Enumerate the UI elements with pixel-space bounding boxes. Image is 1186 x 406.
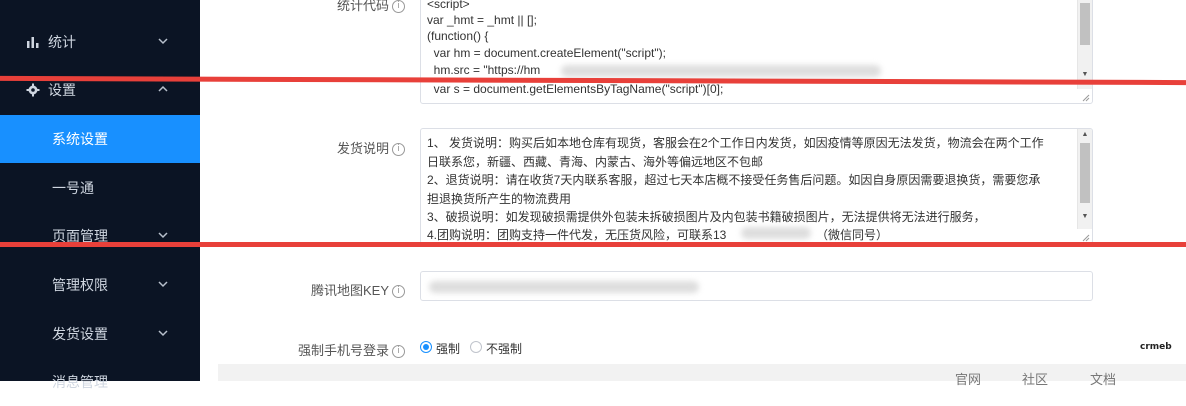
radio-label[interactable]: 不强制 <box>486 340 522 357</box>
desc-line: （微信同号） <box>816 228 889 242</box>
scrollbar[interactable]: ▼ <box>1077 0 1092 89</box>
main-content: 统计代码 i <script> var _hmt = _hmt || []; (f… <box>200 0 1186 387</box>
sidebar-item-label: 管理权限 <box>52 277 108 293</box>
sidebar-item-label: 统计 <box>48 34 76 50</box>
scroll-up-arrow-icon[interactable]: ▲ <box>1078 129 1092 141</box>
code-line: hm.src = "https://hm <box>427 63 541 77</box>
sidebar: 统计 设置 系统设置 一号通 页面管理 管理权限 发货设置 消息管理 <box>0 0 200 390</box>
shipping-label-row: 发货说明 i <box>200 138 405 157</box>
gear-icon <box>26 83 40 97</box>
sidebar-item-label: 消息管理 <box>52 374 108 390</box>
map-key-label-row: 腾讯地图KEY i <box>200 280 405 299</box>
map-key-input[interactable] <box>420 271 1093 301</box>
sidebar-item-page-management[interactable]: 页面管理 <box>0 212 200 260</box>
force-phone-radio-yes[interactable] <box>420 341 432 353</box>
scroll-down-arrow-icon[interactable]: ▼ <box>1078 211 1092 223</box>
desc-line: 日联系您，新疆、西藏、青海、内蒙古、海外等偏远地区不包邮 <box>427 155 764 169</box>
shipping-textarea[interactable]: 1、 发货说明：购买后如本地仓库有现货，客服会在2个工作日内发货，如因疫情等原因… <box>420 128 1093 244</box>
chevron-down-icon <box>156 278 170 292</box>
footer: 官网 社区 文档 <box>218 364 1186 387</box>
chevron-down-icon <box>156 35 170 49</box>
sidebar-item-yihaotong[interactable]: 一号通 <box>0 164 200 212</box>
desc-line: 3、破损说明：如发现破损需提供外包装未拆破损图片及内包装书籍破损图片，无法提供将… <box>427 210 986 224</box>
chevron-down-icon <box>156 327 170 341</box>
info-icon: i <box>392 285 405 299</box>
info-icon: i <box>392 345 405 359</box>
sidebar-item-label: 设置 <box>48 82 76 98</box>
redacted-area <box>741 227 811 239</box>
sidebar-item-label: 发货设置 <box>52 326 108 342</box>
scrollbar-thumb[interactable] <box>1080 143 1090 203</box>
scrollbar[interactable]: ▲ ▼ <box>1077 129 1092 229</box>
sidebar-item-statistics[interactable]: 统计 <box>0 18 200 66</box>
sidebar-item-label: 一号通 <box>52 180 94 196</box>
watermark-logo: crmeb <box>1140 342 1172 352</box>
code-line: var s = document.getElementsByTagName("s… <box>427 82 724 96</box>
sidebar-item-shipping-settings[interactable]: 发货设置 <box>0 310 200 358</box>
footer-link-community[interactable]: 社区 <box>1022 369 1048 388</box>
chevron-up-icon <box>156 83 170 97</box>
resize-handle-icon[interactable] <box>1082 234 1090 242</box>
force-phone-label: 强制手机号登录 i <box>298 340 405 359</box>
desc-line: 担退换货所产生的物流费用 <box>427 192 572 206</box>
redacted-area <box>429 281 699 293</box>
code-line: var hm = document.createElement("script"… <box>427 46 666 60</box>
desc-line: 1、 发货说明：购买后如本地仓库有现货，客服会在2个工作日内发货，如因疫情等原因… <box>427 136 1044 150</box>
bar-chart-icon <box>26 35 40 49</box>
info-icon: i <box>392 143 405 157</box>
sidebar-item-permissions[interactable]: 管理权限 <box>0 261 200 309</box>
sidebar-item-settings[interactable]: 设置 <box>0 66 200 114</box>
annotation-red-line <box>0 242 1186 247</box>
radio-label[interactable]: 强制 <box>436 340 460 357</box>
code-line: <script> <box>427 0 470 11</box>
sidebar-item-label: 系统设置 <box>52 131 108 147</box>
desc-line: 4.团购说明：团购支持一件代发，无压货风险，可联系13 <box>427 228 727 242</box>
stats-code-label: 统计代码 i <box>337 0 405 14</box>
chevron-down-icon <box>156 229 170 243</box>
footer-link-docs[interactable]: 文档 <box>1090 369 1116 388</box>
code-line: var _hmt = _hmt || []; <box>427 13 537 27</box>
code-line: (function() { <box>427 29 489 43</box>
sidebar-item-system-settings[interactable]: 系统设置 <box>0 115 200 163</box>
scrollbar-thumb[interactable] <box>1080 3 1090 45</box>
shipping-label: 发货说明 i <box>337 138 405 157</box>
resize-handle-icon[interactable] <box>1082 94 1090 102</box>
force-phone-radio-no[interactable] <box>470 341 482 353</box>
stats-code-label-row: 统计代码 i <box>200 0 405 14</box>
info-icon: i <box>392 0 405 14</box>
stats-code-textarea[interactable]: <script> var _hmt = _hmt || []; (functio… <box>420 0 1093 104</box>
footer-link-official[interactable]: 官网 <box>955 369 981 388</box>
map-key-label: 腾讯地图KEY i <box>311 280 405 299</box>
sidebar-item-messages[interactable]: 消息管理 <box>0 358 200 406</box>
desc-line: 2、退货说明：请在收货7天内联系客服，超过七天本店概不接受任务售后问题。如因自身… <box>427 173 1041 187</box>
redacted-area <box>561 65 881 77</box>
force-phone-label-row: 强制手机号登录 i <box>200 340 405 359</box>
